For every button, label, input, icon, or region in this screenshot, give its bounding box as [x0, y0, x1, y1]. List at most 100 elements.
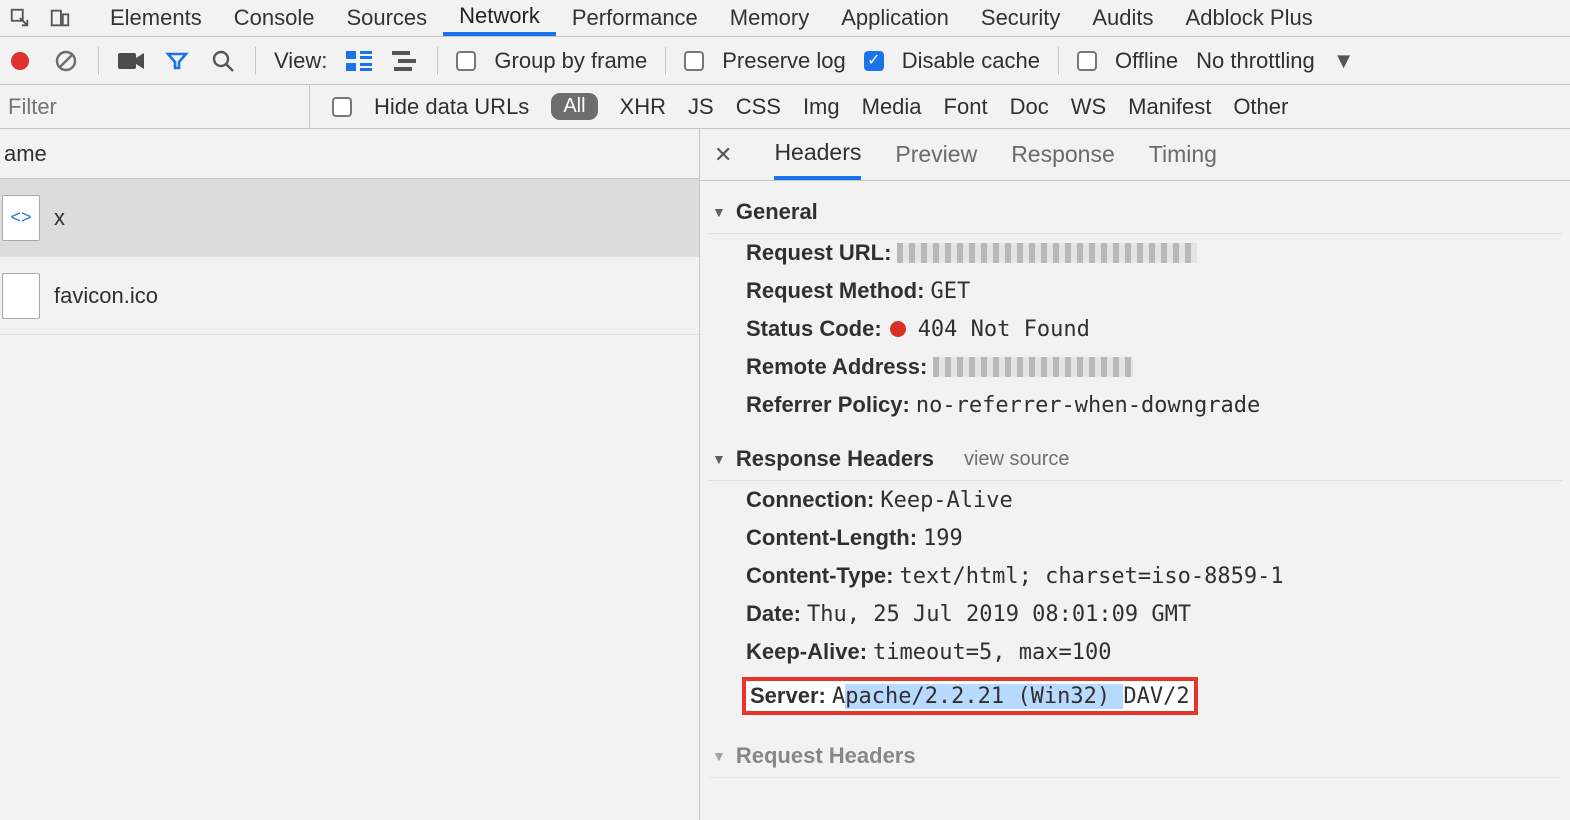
tab-sources[interactable]: Sources	[330, 0, 443, 36]
section-request-headers[interactable]: ▼ Request Headers	[708, 735, 1562, 778]
tab-memory[interactable]: Memory	[714, 0, 825, 36]
header-value: 199	[923, 526, 963, 551]
throttling-value: No throttling	[1196, 48, 1315, 74]
tab-response[interactable]: Response	[1011, 129, 1115, 180]
checkbox-disable-cache[interactable]	[864, 51, 884, 71]
detail-tabs: ✕ Headers Preview Response Timing	[700, 129, 1570, 181]
status-code-value: 404 Not Found	[918, 317, 1090, 342]
section-title: Response Headers	[736, 446, 934, 472]
kv-request-method: Request Method: GET	[708, 272, 1562, 310]
remote-address-label: Remote Address:	[746, 354, 927, 380]
filter-xhr[interactable]: XHR	[620, 94, 666, 120]
request-name: x	[54, 205, 65, 231]
section-general[interactable]: ▼ General	[708, 191, 1562, 234]
request-name: favicon.ico	[54, 283, 158, 309]
filter-img[interactable]: Img	[803, 94, 840, 120]
filter-other[interactable]: Other	[1233, 94, 1288, 120]
tab-audits[interactable]: Audits	[1076, 0, 1169, 36]
redacted-url	[897, 243, 1197, 263]
header-value: Keep-Alive	[880, 488, 1012, 513]
header-key: Date:	[746, 601, 801, 627]
throttling-select[interactable]: No throttling ▼	[1196, 48, 1354, 74]
header-key: Server:	[750, 683, 826, 709]
triangle-down-icon: ▼	[712, 204, 726, 220]
request-detail: ✕ Headers Preview Response Timing ▼ Gene…	[700, 129, 1570, 820]
kv-request-url: Request URL:	[708, 234, 1562, 272]
network-main: ame <> x favicon.ico ✕ Headers Preview R…	[0, 129, 1570, 820]
checkbox-offline[interactable]	[1077, 51, 1097, 71]
checkbox-hide-data-urls[interactable]	[332, 97, 352, 117]
kv-status-code: Status Code: 404 Not Found	[708, 310, 1562, 348]
filter-media[interactable]: Media	[862, 94, 922, 120]
request-url-label: Request URL:	[746, 240, 891, 266]
view-source-link[interactable]: view source	[964, 448, 1070, 471]
highlight-box: Server: Apache/2.2.21 (Win32) DAV/2	[742, 677, 1198, 715]
kv-keep-alive: Keep-Alive: timeout=5, max=100	[708, 633, 1562, 671]
header-key: Content-Type:	[746, 563, 893, 589]
tab-preview[interactable]: Preview	[895, 129, 977, 180]
kv-remote-address: Remote Address:	[708, 348, 1562, 386]
filter-js[interactable]: JS	[688, 94, 714, 120]
kv-connection: Connection: Keep-Alive	[708, 481, 1562, 519]
request-row[interactable]: favicon.ico	[0, 257, 699, 335]
column-name[interactable]: ame	[0, 129, 699, 179]
kv-referrer-policy: Referrer Policy: no-referrer-when-downgr…	[708, 386, 1562, 424]
document-icon	[2, 273, 40, 319]
section-response-headers[interactable]: ▼ Response Headers view source	[708, 438, 1562, 481]
request-method-label: Request Method:	[746, 278, 924, 304]
triangle-down-icon: ▼	[712, 748, 726, 764]
header-key: Keep-Alive:	[746, 639, 867, 665]
status-code-label: Status Code:	[746, 316, 882, 342]
view-label: View:	[274, 48, 327, 74]
header-value: text/html; charset=iso-8859-1	[899, 564, 1283, 589]
checkbox-group-frame[interactable]	[456, 51, 476, 71]
section-title: Request Headers	[736, 743, 916, 769]
filter-font[interactable]: Font	[944, 94, 988, 120]
filter-doc[interactable]: Doc	[1010, 94, 1049, 120]
device-toggle-icon[interactable]	[40, 7, 80, 29]
filter-bar: Hide data URLs All XHR JS CSS Img Media …	[0, 85, 1570, 129]
triangle-down-icon: ▼	[712, 451, 726, 467]
panel-tabs: Elements Console Sources Network Perform…	[0, 0, 1570, 37]
kv-server: Server: Apache/2.2.21 (Win32) DAV/2	[708, 671, 1562, 721]
request-row[interactable]: <> x	[0, 179, 699, 257]
filter-all[interactable]: All	[551, 93, 597, 120]
redacted-address	[933, 357, 1133, 377]
tab-adblock[interactable]: Adblock Plus	[1170, 0, 1329, 36]
clear-icon[interactable]	[52, 47, 80, 75]
group-by-frame-label: Group by frame	[494, 48, 647, 74]
filter-css[interactable]: CSS	[736, 94, 781, 120]
header-key: Connection:	[746, 487, 874, 513]
tab-security[interactable]: Security	[965, 0, 1076, 36]
preserve-log-label: Preserve log	[722, 48, 846, 74]
status-dot-icon	[890, 321, 906, 337]
record-button[interactable]	[6, 47, 34, 75]
offline-label: Offline	[1115, 48, 1178, 74]
header-key: Content-Length:	[746, 525, 917, 551]
tab-timing[interactable]: Timing	[1149, 129, 1217, 180]
tab-performance[interactable]: Performance	[556, 0, 714, 36]
view-large-icon[interactable]	[345, 47, 373, 75]
kv-date: Date: Thu, 25 Jul 2019 08:01:09 GMT	[708, 595, 1562, 633]
filter-input[interactable]	[0, 85, 310, 128]
checkbox-preserve-log[interactable]	[684, 51, 704, 71]
view-waterfall-icon[interactable]	[391, 47, 419, 75]
tab-elements[interactable]: Elements	[94, 0, 218, 36]
filter-icon[interactable]	[163, 47, 191, 75]
hide-data-urls-label: Hide data URLs	[374, 94, 529, 120]
kv-content-type: Content-Type: text/html; charset=iso-885…	[708, 557, 1562, 595]
tab-console[interactable]: Console	[218, 0, 331, 36]
inspect-icon[interactable]	[0, 7, 40, 29]
tab-application[interactable]: Application	[825, 0, 965, 36]
filter-manifest[interactable]: Manifest	[1128, 94, 1211, 120]
tab-headers[interactable]: Headers	[774, 129, 861, 180]
network-toolbar: View: Group by frame Preserve log Disabl…	[0, 37, 1570, 85]
tab-network[interactable]: Network	[443, 0, 556, 36]
detail-body: ▼ General Request URL: Request Method: G…	[700, 181, 1570, 820]
close-icon[interactable]: ✕	[714, 142, 732, 168]
request-list: ame <> x favicon.ico	[0, 129, 700, 820]
filter-ws[interactable]: WS	[1071, 94, 1106, 120]
kv-content-length: Content-Length: 199	[708, 519, 1562, 557]
search-icon[interactable]	[209, 47, 237, 75]
camera-icon[interactable]	[117, 47, 145, 75]
